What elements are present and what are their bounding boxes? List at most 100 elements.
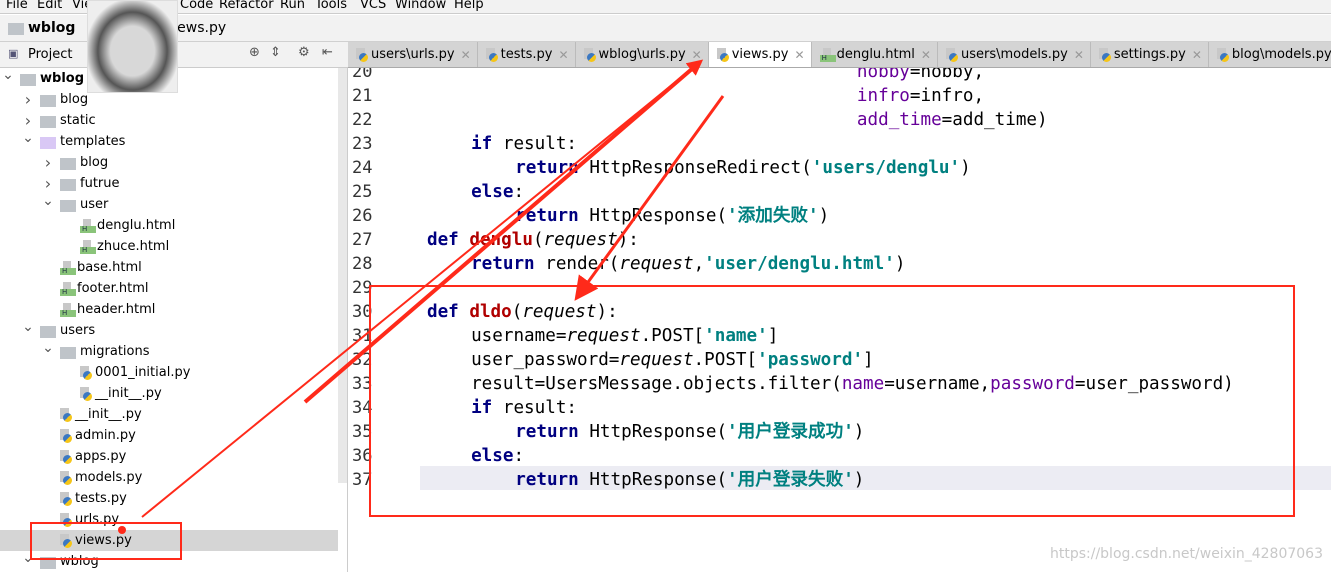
close-icon[interactable]: ✕ — [461, 48, 471, 62]
code-line[interactable]: def dldo(request): — [427, 300, 618, 324]
chevron-down-icon[interactable]: ⌄ — [42, 193, 54, 209]
tree-scrollbar[interactable] — [338, 68, 347, 483]
chevron-down-icon[interactable]: ⌄ — [42, 340, 54, 356]
close-icon[interactable]: ✕ — [795, 48, 805, 62]
code-line[interactable]: if result: — [471, 396, 577, 420]
menu-code[interactable]: Code — [180, 0, 213, 12]
menu-edit[interactable]: Edit — [37, 0, 62, 12]
menu-window[interactable]: Window — [395, 0, 446, 12]
tree-item-label: admin.py — [75, 428, 136, 443]
tree-item[interactable]: ⌄ user — [0, 193, 338, 215]
tree-item[interactable]: zhuce.html — [0, 236, 338, 257]
tree-item[interactable]: models.py — [0, 467, 338, 488]
tree-item[interactable]: __init__.py — [0, 404, 338, 425]
code-token-str: '添加失败' — [727, 206, 819, 226]
code-line[interactable]: return HttpResponseRedirect('users/dengl… — [515, 156, 971, 180]
tree-item[interactable]: __init__.py — [0, 383, 338, 404]
menu-tools[interactable]: Tools — [315, 0, 347, 12]
project-view-selector[interactable]: Project — [28, 47, 72, 62]
tree-item[interactable]: apps.py — [0, 446, 338, 467]
close-icon[interactable]: ✕ — [1192, 48, 1202, 62]
tree-item[interactable]: › futrue — [0, 173, 338, 194]
tree-item[interactable]: header.html — [0, 299, 338, 320]
menu-help[interactable]: Help — [454, 0, 484, 12]
tab-tests-py[interactable]: tests.py ✕ — [477, 42, 576, 67]
tab-views-py[interactable]: views.py ✕ — [708, 42, 812, 67]
project-icon: ▣ — [8, 47, 19, 60]
tree-item[interactable]: urls.py — [0, 509, 338, 530]
menu-file[interactable]: File — [6, 0, 28, 12]
folder-icon — [60, 346, 76, 359]
python-file-icon — [60, 407, 72, 422]
code-token-kw: return — [515, 422, 579, 442]
tab-blog-models-py[interactable]: blog\models.py✕ — [1208, 42, 1331, 67]
code-line[interactable]: return HttpResponse('用户登录成功') — [515, 420, 864, 444]
code-line[interactable]: user_password=request.POST['password'] — [471, 348, 874, 372]
code-token-plain: =user_password) — [1074, 374, 1234, 394]
close-icon[interactable]: ✕ — [921, 48, 931, 62]
breadcrumb-root[interactable]: wblog — [28, 20, 75, 36]
tree-item-label: denglu.html — [97, 218, 176, 233]
close-icon[interactable]: ✕ — [692, 48, 702, 62]
code-line[interactable]: return HttpResponse('用户登录失败') — [515, 468, 864, 492]
chevron-down-icon[interactable]: ⌄ — [22, 130, 34, 146]
tab-users-models-py[interactable]: users\models.py ✕ — [937, 42, 1091, 67]
gear-icon[interactable]: ⚙ — [298, 45, 310, 60]
chevron-down-icon[interactable]: ⌄ — [22, 319, 34, 335]
tree-item[interactable]: ⌄ templates — [0, 130, 338, 152]
code-line[interactable]: else: — [471, 180, 524, 204]
code-line[interactable]: else: — [471, 444, 524, 468]
python-file-icon — [60, 428, 72, 443]
line-number: 35 — [352, 422, 373, 442]
tree-item[interactable]: › blog — [0, 152, 338, 173]
code-line[interactable]: return render(request,'user/denglu.html'… — [471, 252, 905, 276]
folder-icon — [40, 556, 56, 569]
tree-item[interactable]: ⌄ wblog — [0, 550, 338, 572]
code-token-kw: if — [471, 134, 493, 154]
code-token-plain: =infro, — [909, 86, 985, 106]
code-line[interactable]: hobby=hobby, — [857, 68, 984, 84]
tree-item[interactable]: admin.py — [0, 425, 338, 446]
chevron-right-icon[interactable]: › — [42, 153, 54, 172]
close-icon[interactable]: ✕ — [558, 48, 568, 62]
code-token-plain: ): — [617, 230, 639, 250]
code-line[interactable]: infro=infro, — [857, 84, 984, 108]
tree-item[interactable]: 0001_initial.py — [0, 362, 338, 383]
locate-icon[interactable]: ⊕ — [249, 45, 260, 60]
tab-settings-py[interactable]: settings.py ✕ — [1090, 42, 1209, 67]
hide-panel-icon[interactable]: ⇤ — [322, 45, 333, 60]
menu-run[interactable]: Run — [280, 0, 305, 12]
tab-wblog-urls-py[interactable]: wblog\urls.py ✕ — [575, 42, 709, 67]
code-line[interactable]: if result: — [471, 132, 577, 156]
close-icon[interactable]: ✕ — [1074, 48, 1084, 62]
code-token-kwarg: name — [841, 374, 885, 394]
chevron-down-icon[interactable]: ⌄ — [2, 68, 14, 83]
tree-item[interactable]: views.py — [0, 530, 338, 551]
collapse-all-icon[interactable]: ⇕ — [270, 45, 281, 60]
code-token-param: request — [619, 254, 694, 274]
tab-denglu-html[interactable]: denglu.html ✕ — [811, 42, 938, 67]
menu-vcs[interactable]: VCS — [360, 0, 386, 12]
code-line[interactable]: def denglu(request): — [427, 228, 639, 252]
chevron-right-icon[interactable]: › — [22, 111, 34, 130]
chevron-right-icon[interactable]: › — [42, 174, 54, 193]
code-token-fn: denglu — [469, 230, 533, 250]
tree-item[interactable]: base.html — [0, 257, 338, 278]
code-line[interactable]: add_time=add_time) — [857, 108, 1048, 132]
chevron-down-icon[interactable]: ⌄ — [22, 550, 34, 566]
tab-users-urls-py[interactable]: users\urls.py ✕ — [348, 42, 478, 67]
tree-item[interactable]: denglu.html — [0, 215, 338, 236]
code-line[interactable]: return HttpResponse('添加失败') — [515, 204, 829, 228]
folder-icon — [20, 73, 36, 86]
tree-item[interactable]: tests.py — [0, 488, 338, 509]
code-line[interactable]: result=UsersMessage.objects.filter(name=… — [471, 372, 1234, 396]
tree-item[interactable]: › static — [0, 110, 338, 131]
tree-item[interactable]: ⌄ migrations — [0, 340, 338, 362]
chevron-right-icon[interactable]: › — [22, 90, 34, 109]
tree-item[interactable]: ⌄ users — [0, 319, 338, 341]
code-line[interactable]: username=request.POST['name'] — [471, 324, 778, 348]
folder-icon — [60, 199, 76, 212]
tree-item[interactable]: footer.html — [0, 278, 338, 299]
code-editor[interactable]: 20 21 22 23 24 25 26 27 28 29 30 31 32 33 34 35 36 37 hob… — [348, 68, 1331, 572]
menu-refactor[interactable]: Refactor — [219, 0, 274, 12]
